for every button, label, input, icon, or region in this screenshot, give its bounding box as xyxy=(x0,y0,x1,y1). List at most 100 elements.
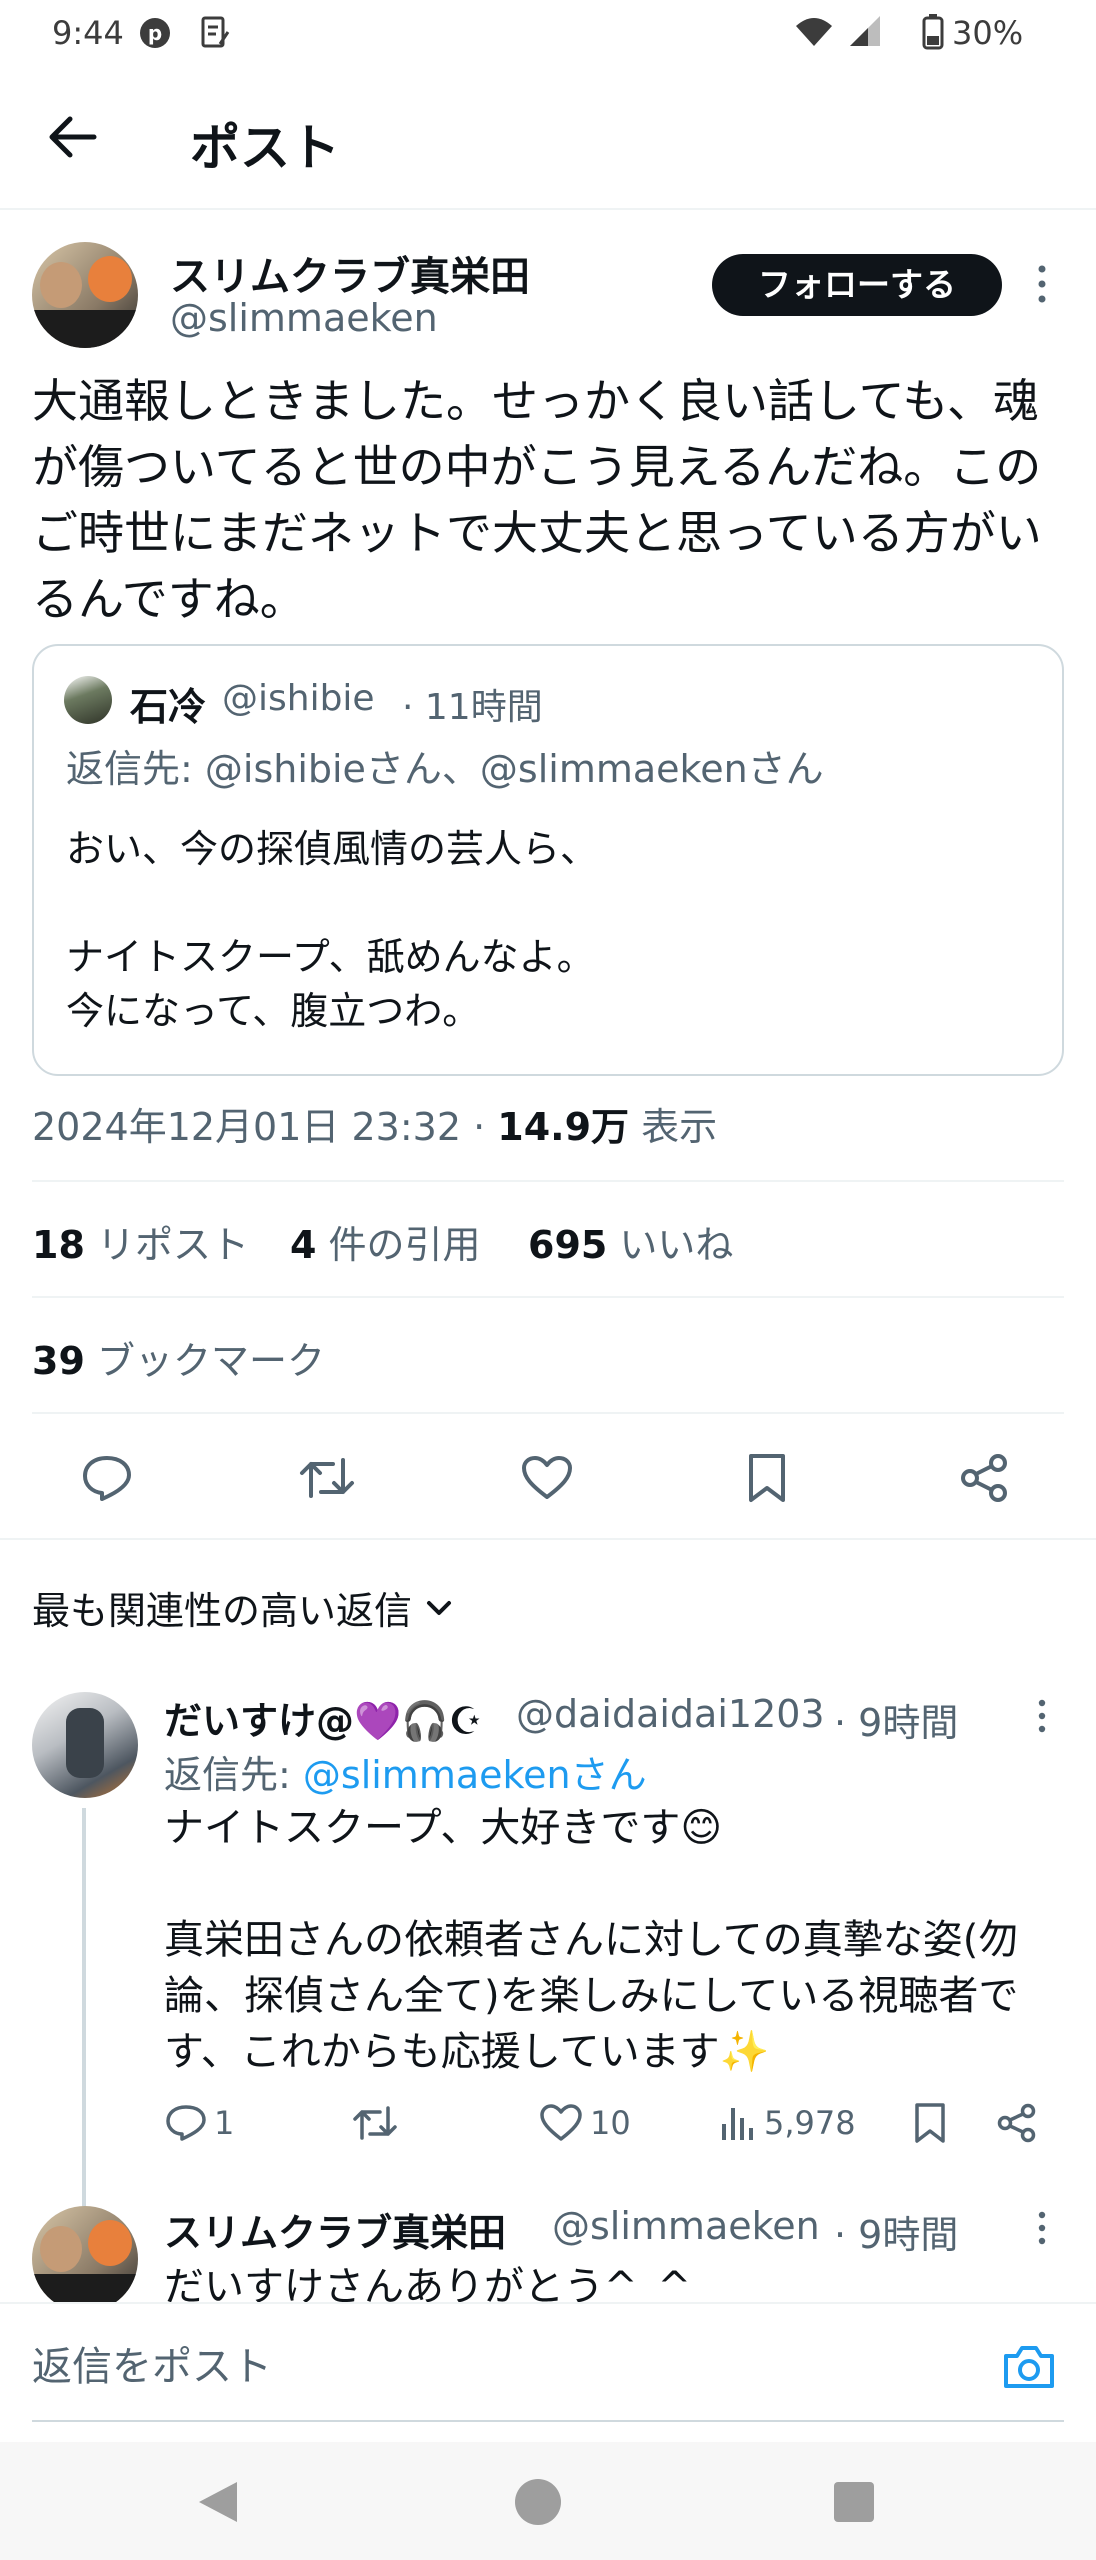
likes-count: 695 xyxy=(528,1223,608,1267)
views-count: 14.9万 xyxy=(497,1105,630,1149)
repost-icon xyxy=(300,1458,354,1498)
reply2-more-button[interactable] xyxy=(1024,2206,1060,2250)
quote-author-handle: @ishibie xyxy=(222,678,375,719)
bookmark-icon xyxy=(915,2103,945,2143)
reply2-avatar[interactable] xyxy=(32,2206,138,2312)
bookmarks-count: 39 xyxy=(32,1339,85,1383)
repost-icon xyxy=(353,2106,397,2140)
author-avatar[interactable] xyxy=(32,242,138,348)
reply-share-button[interactable] xyxy=(994,2100,1040,2146)
quotes-stat[interactable]: 4 件の引用 xyxy=(290,1214,481,1269)
like-button[interactable] xyxy=(512,1446,582,1510)
reply-icon xyxy=(166,2105,206,2141)
reply-like-button[interactable]: 10 xyxy=(540,2104,631,2142)
reply-time: · 9時間 xyxy=(834,1701,959,1745)
reply-replying-handle-link[interactable]: @slimmaekenさん xyxy=(303,1753,647,1797)
reply2-author-handle[interactable]: @slimmaeken xyxy=(552,2204,820,2248)
likes-label: いいね xyxy=(619,1223,734,1267)
author-handle[interactable]: @slimmaeken xyxy=(170,296,438,340)
reply-views-button[interactable]: 5,978 xyxy=(720,2104,856,2142)
post-timestamp[interactable]: 2024年12月01日 23:32 · xyxy=(32,1105,497,1149)
more-vertical-icon xyxy=(1038,2211,1046,2245)
camera-icon xyxy=(1004,2346,1054,2388)
bookmark-button[interactable] xyxy=(732,1446,802,1510)
likes-stat[interactable]: 695 いいね xyxy=(528,1214,733,1269)
heart-icon xyxy=(540,2104,582,2141)
share-icon xyxy=(961,1454,1007,1502)
bookmarks-stat[interactable]: 39 ブックマーク xyxy=(32,1330,325,1385)
arrow-left-icon xyxy=(49,116,97,158)
android-nav-bar xyxy=(0,2442,1096,2560)
clipboard-icon xyxy=(200,14,230,50)
signal-icon xyxy=(846,14,882,48)
stats-divider xyxy=(32,1296,1064,1298)
reply-icon xyxy=(83,1456,131,1501)
thread-line xyxy=(82,1808,86,2208)
reply-repost-button[interactable] xyxy=(350,2100,400,2146)
reply-composer: 返信をポスト xyxy=(0,2302,1096,2442)
post-meta: 2024年12月01日 23:32 · 14.9万 表示 xyxy=(32,1096,717,1151)
quote-author-avatar xyxy=(64,676,112,724)
quote-text: おい、今の探偵風情の芸人ら、 ナイトスクープ、舐めんなよ。 今になって、腹立つわ… xyxy=(66,827,599,1033)
share-button[interactable] xyxy=(950,1446,1020,1510)
back-button[interactable] xyxy=(38,102,108,172)
battery-icon xyxy=(922,14,944,50)
reply-text: ナイトスクープ、大好きです😊 真栄田さんの依頼者さんに対しての真摯な姿(勿論、探… xyxy=(164,1805,1019,2075)
bookmark-icon xyxy=(749,1454,785,1502)
more-options-button[interactable] xyxy=(1024,258,1060,310)
status-time: 9:44 xyxy=(52,14,124,52)
reply-input-placeholder: 返信をポスト xyxy=(32,2344,272,2390)
nav-home-button[interactable] xyxy=(506,2470,570,2534)
quoted-post[interactable]: 石冷 @ishibie · 11時間 返信先: @ishibieさん、@slim… xyxy=(32,644,1064,1076)
reply-more-button[interactable] xyxy=(1024,1694,1060,1738)
repost-button[interactable] xyxy=(292,1446,362,1510)
reposts-stat[interactable]: 18 リポスト xyxy=(32,1223,249,1267)
wifi-icon xyxy=(794,16,834,48)
reply-input[interactable]: 返信をポスト xyxy=(32,2332,912,2402)
reply-like-count: 10 xyxy=(590,2104,631,2142)
reply-view-count: 5,978 xyxy=(764,2104,856,2142)
bookmarks-divider xyxy=(32,1412,1064,1414)
reply-button[interactable] xyxy=(72,1446,142,1510)
follow-button[interactable]: フォローする xyxy=(712,254,1002,316)
nav-back-button[interactable] xyxy=(186,2470,250,2534)
reposts-count: 18 xyxy=(32,1223,85,1267)
status-bar: 9:44 p 30% xyxy=(0,0,1096,66)
more-vertical-icon xyxy=(1038,265,1046,303)
reply-author-name[interactable]: だいすけ@💜🎧☪ xyxy=(164,1690,483,1745)
reply2-time: · 9時間 xyxy=(834,2213,959,2257)
share-icon xyxy=(997,2103,1036,2143)
author-name[interactable]: スリムクラブ真栄田 xyxy=(170,244,530,302)
reply-sort-label: 最も関連性の高い返信 xyxy=(32,1589,413,1633)
reply-bookmark-button[interactable] xyxy=(908,2100,952,2146)
views-label: 表示 xyxy=(629,1105,718,1149)
nav-recents-button[interactable] xyxy=(822,2470,886,2534)
reposts-label: リポスト xyxy=(96,1223,249,1267)
follow-button-label: フォローする xyxy=(758,265,956,304)
header-divider xyxy=(0,208,1096,210)
add-photo-button[interactable] xyxy=(996,2334,1062,2400)
reply-reply-button[interactable]: 1 xyxy=(166,2104,234,2142)
meta-divider xyxy=(32,1180,1064,1182)
page-title: ポスト xyxy=(190,119,340,177)
more-vertical-icon xyxy=(1038,1699,1046,1733)
stats-row: 18 リポスト xyxy=(32,1214,249,1269)
reply-reply-count: 1 xyxy=(214,2104,235,2142)
pinterest-icon: p xyxy=(140,18,170,48)
reply-author-handle[interactable]: @daidaidai1203 xyxy=(516,1692,825,1736)
quotes-count: 4 xyxy=(290,1223,317,1267)
reply-replying-prefix: 返信先: xyxy=(164,1753,303,1797)
actions-divider xyxy=(0,1538,1096,1540)
chevron-down-icon xyxy=(427,1600,452,1615)
reply-sort-dropdown[interactable]: 最も関連性の高い返信 xyxy=(32,1580,452,1635)
post-text: 大通報しときました。せっかく良い話しても、魂が傷ついてると世の中がこう見えるんだ… xyxy=(32,374,1042,626)
reply-replying-to: 返信先: @slimmaekenさん xyxy=(164,1744,647,1799)
quotes-label: 件の引用 xyxy=(328,1223,481,1267)
quote-author-name: 石冷 xyxy=(130,685,207,729)
reply2-author-name[interactable]: スリムクラブ真栄田 xyxy=(164,2202,506,2257)
quote-reply-to: 返信先: @ishibieさん、@slimmaekenさん xyxy=(66,747,824,791)
reply-avatar[interactable] xyxy=(32,1692,138,1798)
circle-home-icon xyxy=(515,2479,561,2525)
square-recents-icon xyxy=(834,2482,874,2522)
battery-percent: 30% xyxy=(952,14,1024,52)
